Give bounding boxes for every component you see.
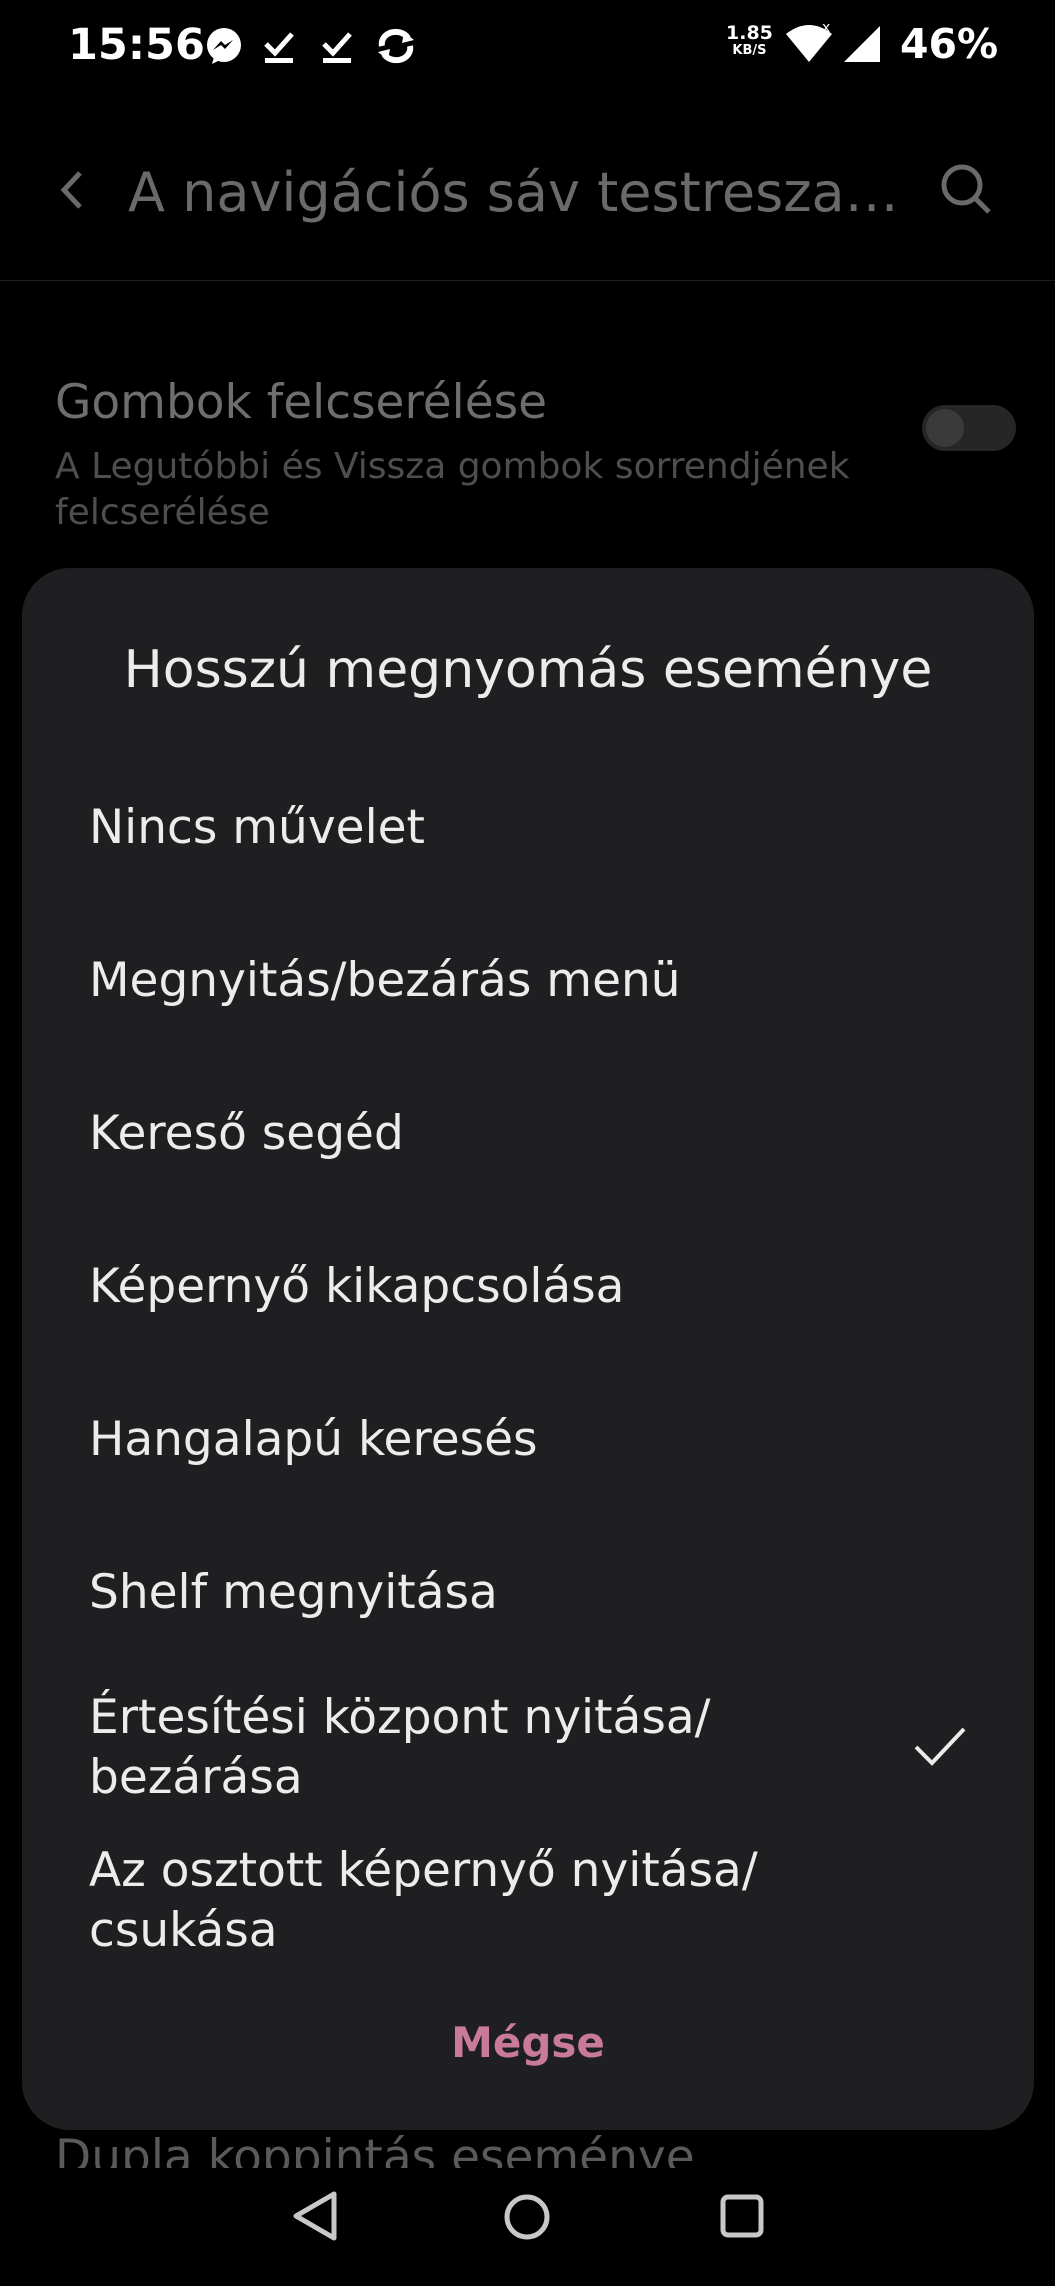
network-speed-unit: KB/S — [732, 43, 767, 58]
network-speed: 1.85 KB/S — [726, 24, 773, 60]
swap-buttons-subtitle: A Legutóbbi és Vissza gombok sorrendjéne… — [55, 446, 850, 533]
swap-buttons-setting[interactable]: Gombok felcserélése A Legutóbbi és Vissz… — [55, 375, 895, 536]
selected-check-icon — [912, 1723, 968, 1773]
option-search-assistant[interactable]: Kereső segéd — [89, 1104, 969, 1164]
long-press-dialog: Hosszú megnyomás eseménye Nincs művelet … — [22, 568, 1034, 2130]
cancel-button[interactable]: Mégse — [22, 2018, 1034, 2067]
system-nav-bar — [0, 2150, 1055, 2286]
messenger-icon — [204, 26, 244, 70]
option-voice-search[interactable]: Hangalapú keresés — [89, 1410, 969, 1470]
nav-recents-icon[interactable] — [718, 2192, 766, 2240]
nav-home-icon[interactable] — [502, 2192, 552, 2242]
download-done-icon — [262, 26, 296, 70]
option-no-action[interactable]: Nincs művelet — [89, 798, 969, 858]
back-arrow-icon[interactable] — [52, 165, 92, 219]
svg-text:x: x — [822, 22, 830, 36]
option-split-screen[interactable]: Az osztott képernyő nyitása/ csukása — [89, 1841, 789, 1961]
option-screen-off[interactable]: Képernyő kikapcsolása — [89, 1257, 969, 1317]
sync-icon — [374, 26, 418, 70]
network-speed-value: 1.85 — [726, 22, 773, 44]
signal-icon — [840, 22, 884, 68]
option-open-close-menu[interactable]: Megnyitás/bezárás menü — [89, 951, 969, 1011]
app-bar: A navigációs sáv testreszabá… — [0, 95, 1055, 281]
toggle-knob — [926, 409, 964, 447]
status-time: 15:56 — [68, 20, 205, 70]
dialog-title: Hosszú megnyomás eseménye — [123, 640, 933, 700]
search-icon[interactable] — [938, 161, 994, 221]
option-open-shelf[interactable]: Shelf megnyitása — [89, 1563, 969, 1623]
nav-back-icon[interactable] — [290, 2190, 340, 2242]
status-bar: 15:56 1.85 KB/S x 46% — [0, 0, 1055, 95]
option-notification-center[interactable]: Értesítési központ nyitása/ bezárása — [89, 1688, 789, 1808]
swap-buttons-toggle[interactable] — [922, 405, 1016, 451]
battery-percent: 46% — [900, 20, 999, 68]
wifi-icon: x — [784, 20, 834, 68]
download-done-icon-2 — [320, 26, 354, 70]
swap-buttons-title: Gombok felcserélése — [55, 375, 548, 430]
page-title: A navigációs sáv testreszabá… — [128, 161, 908, 224]
